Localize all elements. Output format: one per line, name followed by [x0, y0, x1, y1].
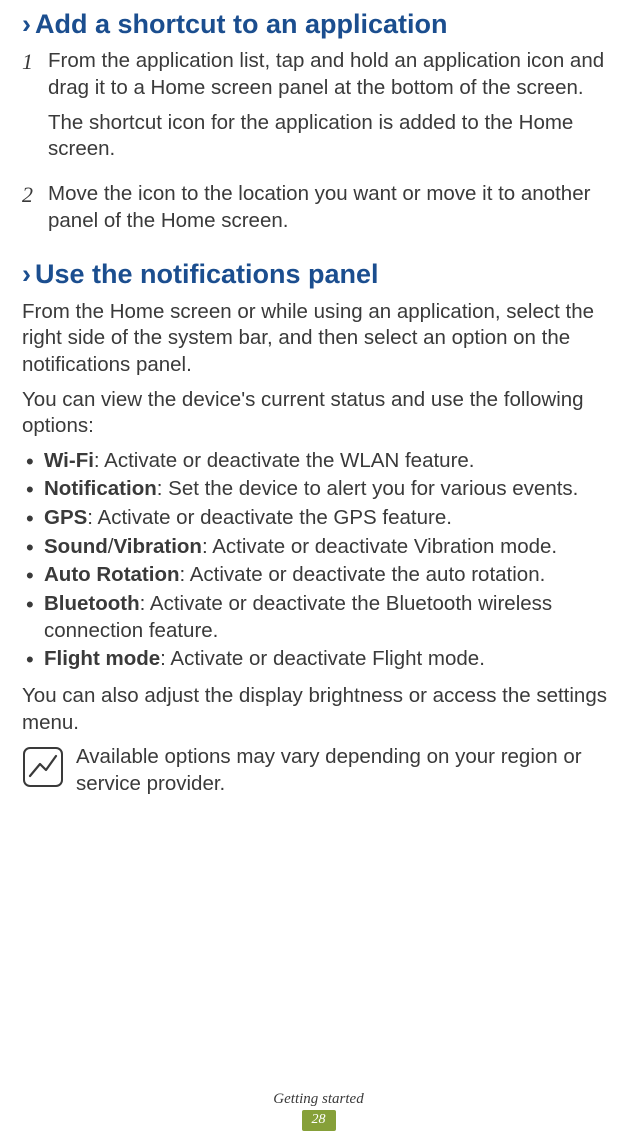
option-name: Flight mode [44, 647, 160, 670]
options-list: Wi-Fi: Activate or deactivate the WLAN f… [22, 448, 615, 673]
intro-para-1: From the Home screen or while using an a… [22, 299, 615, 379]
note-text: Available options may vary depending on … [70, 744, 615, 797]
step-2: 2 Move the icon to the location you want… [22, 181, 615, 242]
option-desc: : Set the device to alert you for variou… [157, 477, 579, 500]
option-name: Wi-Fi [44, 449, 94, 472]
footer-page-number: 28 [302, 1110, 336, 1131]
option-desc: : Activate or deactivate the GPS feature… [87, 506, 452, 529]
list-item: Sound/Vibration: Activate or deactivate … [22, 534, 615, 561]
list-item: Flight mode: Activate or deactivate Flig… [22, 646, 615, 673]
heading-notifications-panel: ›Use the notifications panel [22, 258, 615, 290]
note-block: Available options may vary depending on … [22, 744, 615, 797]
page-footer: Getting started 28 [0, 1091, 637, 1131]
list-item: Wi-Fi: Activate or deactivate the WLAN f… [22, 448, 615, 475]
intro-para-2: You can view the device's current status… [22, 387, 615, 440]
chevron-right-icon: › [22, 259, 31, 289]
footer-section-label: Getting started [0, 1091, 637, 1108]
option-name: Auto Rotation [44, 563, 180, 586]
step-1: 1 From the application list, tap and hol… [22, 48, 615, 171]
option-name: Bluetooth [44, 592, 140, 615]
heading-add-shortcut: ›Add a shortcut to an application [22, 8, 615, 40]
step2-p1: Move the icon to the location you want o… [48, 181, 615, 234]
step-number: 2 [22, 181, 48, 242]
list-item: Bluetooth: Activate or deactivate the Bl… [22, 591, 615, 644]
option-desc: : Activate or deactivate Flight mode. [160, 647, 485, 670]
step-body: Move the icon to the location you want o… [48, 181, 615, 242]
option-name: Sound [44, 535, 108, 558]
list-item: Auto Rotation: Activate or deactivate th… [22, 562, 615, 589]
step-number: 1 [22, 48, 48, 171]
heading-text: Add a shortcut to an application [35, 9, 448, 39]
option-name: GPS [44, 506, 87, 529]
list-item: GPS: Activate or deactivate the GPS feat… [22, 505, 615, 532]
option-desc: : Activate or deactivate the WLAN featur… [94, 449, 475, 472]
option-desc: : Activate or deactivate Vibration mode. [202, 535, 557, 558]
step1-p1: From the application list, tap and hold … [48, 48, 615, 101]
chevron-right-icon: › [22, 9, 31, 39]
option-name: Notification [44, 477, 157, 500]
step1-p2: The shortcut icon for the application is… [48, 110, 615, 163]
option-desc: : Activate or deactivate the auto rotati… [180, 563, 546, 586]
closing-para: You can also adjust the display brightne… [22, 683, 615, 736]
heading-text: Use the notifications panel [35, 259, 379, 289]
step-body: From the application list, tap and hold … [48, 48, 615, 171]
option-name-2: Vibration [113, 535, 201, 558]
list-item: Notification: Set the device to alert yo… [22, 476, 615, 503]
note-icon [22, 744, 70, 788]
